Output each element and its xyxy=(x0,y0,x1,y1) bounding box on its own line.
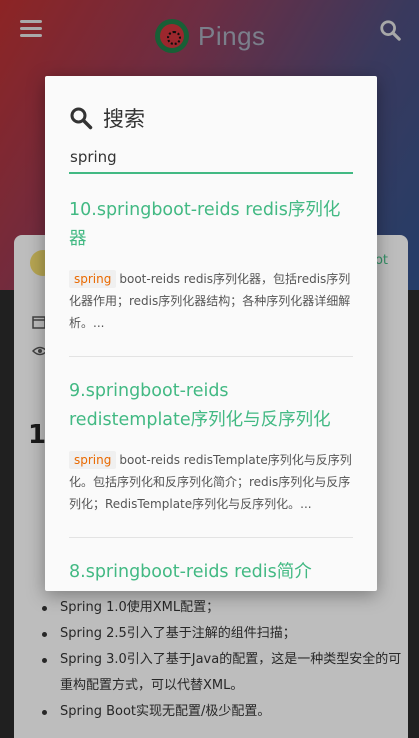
search-result: 9.springboot-reids redistemplate序列化与反序列化… xyxy=(69,377,353,538)
result-title-link[interactable]: 10.springboot-reids redis序列化器 xyxy=(69,196,353,254)
modal-header: 搜索 xyxy=(69,103,145,133)
keyword-highlight: spring xyxy=(69,270,117,288)
result-title-link[interactable]: 8.springboot-reids redis简介 xyxy=(69,558,353,587)
search-modal: 搜索 10.springboot-reids redis序列化器 springb… xyxy=(45,76,377,591)
search-result: 10.springboot-reids redis序列化器 spring boot… xyxy=(69,196,353,357)
modal-title: 搜索 xyxy=(103,107,145,131)
result-title-link[interactable]: 9.springboot-reids redistemplate序列化与反序列化 xyxy=(69,377,353,435)
result-snippet: spring boot-reids redis序列化器，包括redis序列化器作用… xyxy=(69,268,353,334)
search-input[interactable] xyxy=(69,142,353,174)
result-snippet: spring boot-reids redisTemplate序列化与反序列化。包… xyxy=(69,449,353,515)
search-icon xyxy=(70,107,93,130)
keyword-highlight: spring xyxy=(69,451,117,469)
search-result: 8.springboot-reids redis简介 xyxy=(69,558,353,591)
search-results: 10.springboot-reids redis序列化器 spring boot… xyxy=(69,196,353,591)
